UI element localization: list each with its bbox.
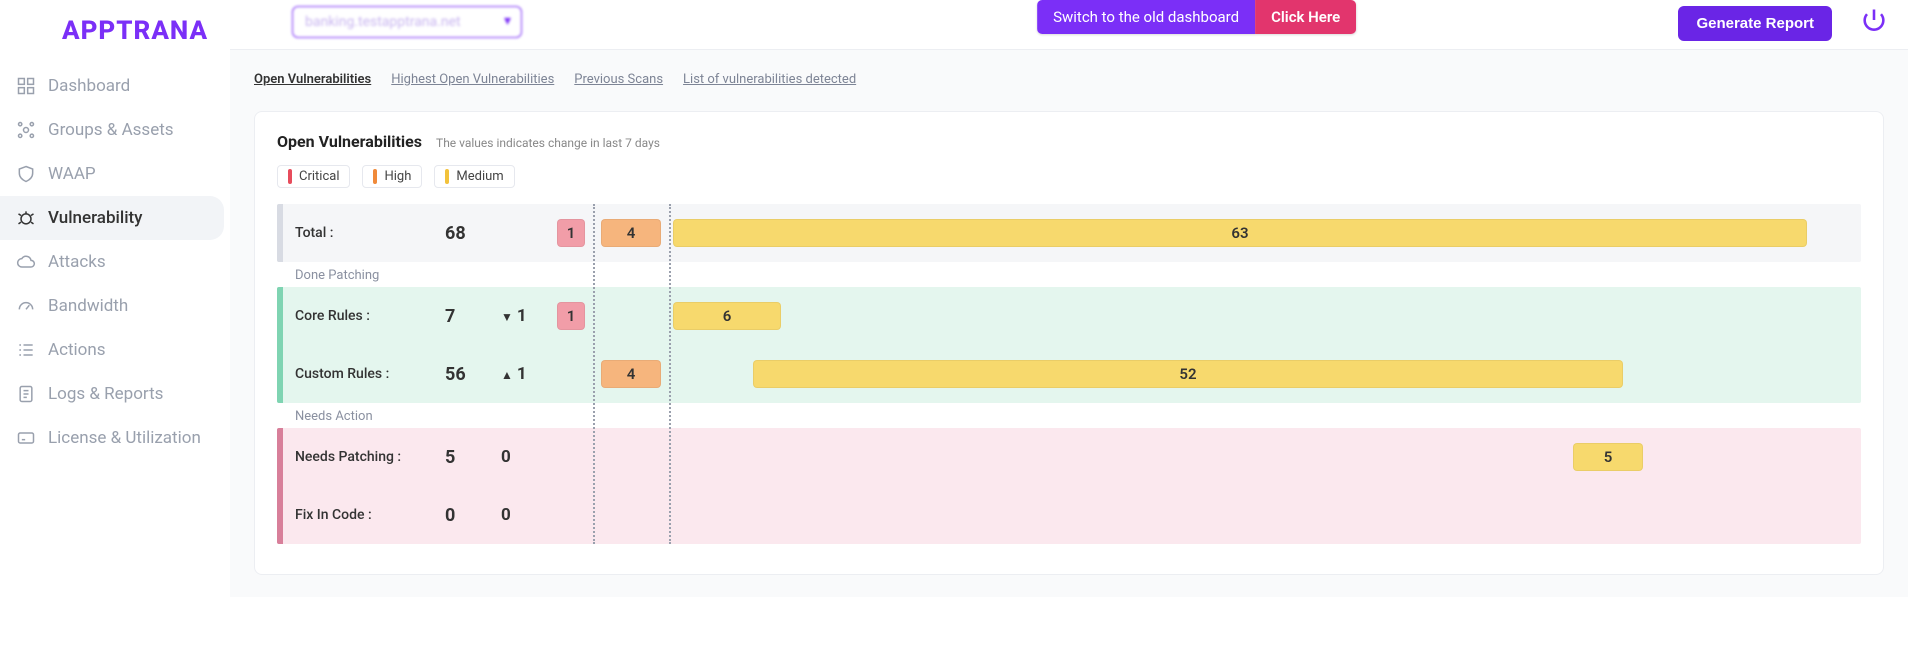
divider-high-medium: [669, 204, 671, 544]
sidebar-item-attacks[interactable]: Attacks: [0, 240, 224, 284]
done-patching-section: Core Rules : 7 1 16 Custom Rules : 56 1 …: [277, 287, 1861, 403]
total-section: Total : 68 14 63: [277, 204, 1861, 262]
swatch-high: [373, 169, 377, 184]
bar-medium: 52: [753, 360, 1623, 388]
topbar: banking.testapptrana.net Switch to the o…: [230, 0, 1908, 49]
arrow-up-icon: [501, 364, 513, 384]
anchor-highest-open-vulnerabilities[interactable]: Highest Open Vulnerabilities: [391, 72, 554, 87]
change-value: 1: [517, 364, 527, 384]
domain-select-value: banking.testapptrana.net: [305, 14, 461, 30]
row-label: Core Rules :: [295, 308, 445, 324]
sidebar-item-dashboard[interactable]: Dashboard: [0, 64, 224, 108]
sidebar-item-groups-assets[interactable]: Groups & Assets: [0, 108, 224, 152]
bar-high: 4: [601, 219, 661, 247]
domain-select[interactable]: banking.testapptrana.net: [292, 6, 522, 38]
row-change: 1: [501, 364, 557, 384]
needs-action-section: Needs Patching : 5 0 5 Fix In Code : 0 0: [277, 428, 1861, 544]
row-total-value: 7: [445, 306, 501, 327]
row-fix-in-code: Fix In Code : 0 0: [277, 486, 1861, 544]
sidebar-item-waap[interactable]: WAAP: [0, 152, 224, 196]
card-icon: [16, 428, 36, 448]
bar-critical: 1: [557, 302, 585, 330]
sidebar-item-label: WAAP: [48, 164, 96, 184]
assets-icon: [16, 120, 36, 140]
vulnerability-chart: Total : 68 1463 Done Patching Core Rules…: [277, 204, 1861, 544]
bar-medium: 5: [1573, 443, 1643, 471]
sidebar-item-label: Groups & Assets: [48, 120, 174, 140]
row-label: Custom Rules :: [295, 366, 445, 382]
sidebar-item-label: License & Utilization: [48, 428, 201, 448]
row-label: Fix In Code :: [295, 507, 445, 523]
card-title: Open Vulnerabilities: [277, 132, 422, 151]
row-label: Total :: [295, 225, 445, 241]
divider-critical-high: [593, 204, 595, 544]
change-value: 0: [501, 505, 511, 525]
anchor-previous-scans[interactable]: Previous Scans: [574, 72, 663, 87]
row-label: Needs Patching :: [295, 449, 445, 465]
row-bars: 4 52: [557, 345, 1861, 403]
legend-critical[interactable]: Critical: [277, 165, 350, 188]
card-subtitle: The values indicates change in last 7 da…: [436, 136, 660, 150]
brand-logo: APPTRANA: [0, 10, 230, 64]
row-change: 0: [501, 505, 557, 525]
row-total-value: 0: [445, 505, 501, 526]
content-area: Open Vulnerabilities Highest Open Vulner…: [230, 49, 1908, 597]
section-needs-action: Needs Action: [277, 403, 1861, 428]
switch-banner-text: Switch to the old dashboard: [1037, 0, 1255, 34]
row-custom-rules: Custom Rules : 56 1 4 52: [277, 345, 1861, 403]
arrow-down-icon: [501, 306, 513, 326]
switch-banner-button[interactable]: Click Here: [1255, 0, 1356, 34]
row-bars: 16: [557, 287, 1861, 345]
row-bars: 5: [557, 428, 1861, 486]
bar-medium: 6: [673, 302, 781, 330]
gauge-icon: [16, 296, 36, 316]
sidebar-item-label: Attacks: [48, 252, 106, 272]
legend-high[interactable]: High: [362, 165, 422, 188]
swatch-medium: [445, 169, 449, 184]
sidebar-item-label: Dashboard: [48, 76, 130, 96]
row-total-value: 68: [445, 223, 501, 244]
cloud-icon: [16, 252, 36, 272]
row-total-value: 56: [445, 364, 501, 385]
row-change: 1: [501, 306, 557, 326]
sidebar-item-label: Vulnerability: [48, 208, 143, 228]
sidebar-item-label: Actions: [48, 340, 106, 360]
row-bars: 14 63: [557, 204, 1861, 262]
list-icon: [16, 340, 36, 360]
legend-medium[interactable]: Medium: [434, 165, 514, 188]
anchor-links: Open Vulnerabilities Highest Open Vulner…: [254, 72, 1884, 87]
row-bars: [557, 486, 1861, 544]
open-vulnerabilities-card: Open Vulnerabilities The values indicate…: [254, 111, 1884, 575]
switch-dashboard-banner: Switch to the old dashboard Click Here: [1037, 0, 1356, 34]
anchor-open-vulnerabilities[interactable]: Open Vulnerabilities: [254, 72, 371, 87]
bar-high: 4: [601, 360, 661, 388]
change-value: 0: [501, 447, 511, 467]
sidebar-item-logs-reports[interactable]: Logs & Reports: [0, 372, 224, 416]
sidebar-item-vulnerability[interactable]: Vulnerability: [0, 196, 224, 240]
section-done-patching: Done Patching: [277, 262, 1861, 287]
swatch-critical: [288, 169, 292, 184]
row-change: 0: [501, 447, 557, 467]
shield-icon: [16, 164, 36, 184]
bar-medium: 63: [673, 219, 1807, 247]
sidebar-item-label: Bandwidth: [48, 296, 128, 316]
row-total-value: 5: [445, 447, 501, 468]
row-needs-patching: Needs Patching : 5 0 5: [277, 428, 1861, 486]
generate-report-button[interactable]: Generate Report: [1678, 6, 1832, 41]
anchor-list-vulnerabilities-detected[interactable]: List of vulnerabilities detected: [683, 72, 856, 87]
bar-critical: 1: [557, 219, 585, 247]
sidebar: APPTRANA Dashboard Groups & Assets WAAP …: [0, 0, 230, 651]
bug-icon: [16, 208, 36, 228]
row-total: Total : 68 14 63: [277, 204, 1861, 262]
sidebar-item-license-utilization[interactable]: License & Utilization: [0, 416, 224, 460]
dashboard-icon: [16, 76, 36, 96]
sidebar-item-label: Logs & Reports: [48, 384, 163, 404]
row-core-rules: Core Rules : 7 1 16: [277, 287, 1861, 345]
severity-legend: Critical High Medium: [277, 165, 1861, 188]
sidebar-item-actions[interactable]: Actions: [0, 328, 224, 372]
sidebar-item-bandwidth[interactable]: Bandwidth: [0, 284, 224, 328]
power-icon[interactable]: [1860, 6, 1888, 34]
change-value: 1: [517, 306, 527, 326]
document-icon: [16, 384, 36, 404]
